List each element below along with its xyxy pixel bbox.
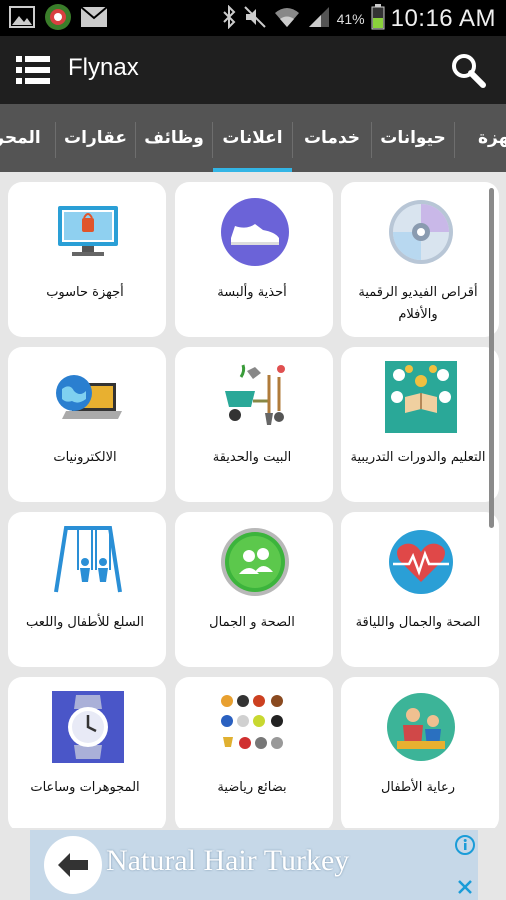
shoe-icon — [219, 196, 291, 268]
app-bar: Flynax — [0, 36, 506, 104]
battery-icon — [371, 4, 385, 34]
tab-devices[interactable]: جهزة — [470, 104, 506, 172]
computer-icon — [52, 196, 124, 268]
tab-divider — [292, 122, 293, 158]
gallery-icon — [8, 4, 36, 30]
clock: 10:16 AM — [390, 5, 496, 32]
category-tabs: جهزة حيوانات خدمات اعلانات وظائف عقارات … — [0, 104, 506, 172]
laptop-globe-icon — [52, 361, 124, 433]
info-icon[interactable] — [454, 834, 476, 856]
tab-divider — [212, 122, 213, 158]
tab-animals[interactable]: حيوانات — [372, 104, 454, 172]
tab-real-estate[interactable]: عقارات — [56, 104, 135, 172]
tab-divider — [454, 122, 455, 158]
category-label: رعاية الأطفال — [380, 780, 456, 795]
scrollbar[interactable] — [489, 188, 494, 528]
close-icon[interactable] — [454, 876, 476, 898]
category-label: بضائع رياضية — [217, 780, 287, 795]
tab-divider — [135, 122, 136, 158]
app-title: Flynax — [68, 54, 139, 81]
bluetooth-icon — [221, 4, 237, 33]
category-label: أجهزة حاسوب — [46, 285, 124, 300]
category-card-dvds[interactable]: أقراص الفيديو الرقمية والأفلام — [341, 182, 499, 337]
search-icon[interactable] — [450, 52, 486, 88]
heart-pulse-icon — [385, 526, 457, 598]
category-card-sports[interactable]: بضائع رياضية — [175, 677, 333, 828]
garden-tools-icon — [219, 361, 291, 433]
category-label: الصحة والجمال واللياقة — [355, 615, 481, 630]
ad-text[interactable]: Natural Hair Turkey — [106, 844, 349, 878]
tab-ads[interactable]: اعلانات — [213, 104, 292, 172]
arrow-left-icon[interactable] — [44, 836, 102, 894]
watch-icon — [52, 691, 124, 763]
swing-icon — [52, 526, 124, 598]
wifi-icon — [273, 5, 301, 33]
category-label: البيت والحديقة — [212, 450, 292, 465]
category-card-electronics[interactable]: الالكترونيات — [8, 347, 166, 502]
category-card-health-fitness[interactable]: الصحة والجمال واللياقة — [341, 512, 499, 667]
category-label: الصحة و الجمال — [209, 615, 295, 630]
education-icon — [385, 361, 457, 433]
category-label: المجوهرات وساعات — [30, 780, 140, 795]
childcare-icon — [385, 691, 457, 763]
category-card-education[interactable]: التعليم والدورات التدريبية — [341, 347, 499, 502]
category-card-health-beauty[interactable]: الصحة و الجمال — [175, 512, 333, 667]
tab-services[interactable]: خدمات — [293, 104, 371, 172]
category-card-home-garden[interactable]: البيت والحديقة — [175, 347, 333, 502]
tab-jobs[interactable]: وظائف — [136, 104, 212, 172]
disc-icon — [385, 196, 457, 268]
category-grid: أجهزة حاسوب أحذية وألبسة أقراص الفيديو ا… — [0, 172, 506, 828]
tab-divider — [371, 122, 372, 158]
category-card-kids-toys[interactable]: السلع للأطفال واللعب — [8, 512, 166, 667]
category-card-childcare[interactable]: رعاية الأطفال — [341, 677, 499, 828]
category-card-shoes[interactable]: أحذية وألبسة — [175, 182, 333, 337]
category-label: أحذية وألبسة — [217, 285, 287, 300]
battery-percent: 41% — [336, 11, 365, 27]
group-icon — [219, 526, 291, 598]
category-label: السلع للأطفال واللعب — [26, 615, 144, 630]
mute-icon — [243, 5, 267, 33]
category-card-jewelry[interactable]: المجوهرات وساعات — [8, 677, 166, 828]
tab-divider — [55, 122, 56, 158]
category-card-computers[interactable]: أجهزة حاسوب — [8, 182, 166, 337]
signal-icon — [307, 5, 331, 33]
sports-balls-icon — [219, 691, 291, 763]
category-label: أقراص الفيديو الرقمية والأفلام — [358, 285, 478, 322]
app-notification-icon — [44, 4, 72, 30]
category-label: التعليم والدورات التدريبية — [350, 450, 486, 465]
category-label: الالكترونيات — [53, 450, 117, 465]
status-bar: 41% 10:16 AM — [0, 0, 506, 36]
ad-banner[interactable]: Natural Hair Turkey — [30, 830, 478, 900]
menu-icon[interactable] — [16, 54, 50, 86]
tab-motors[interactable]: المحر — [0, 104, 55, 172]
ad-area: Natural Hair Turkey — [0, 828, 506, 900]
mail-icon — [80, 4, 108, 30]
